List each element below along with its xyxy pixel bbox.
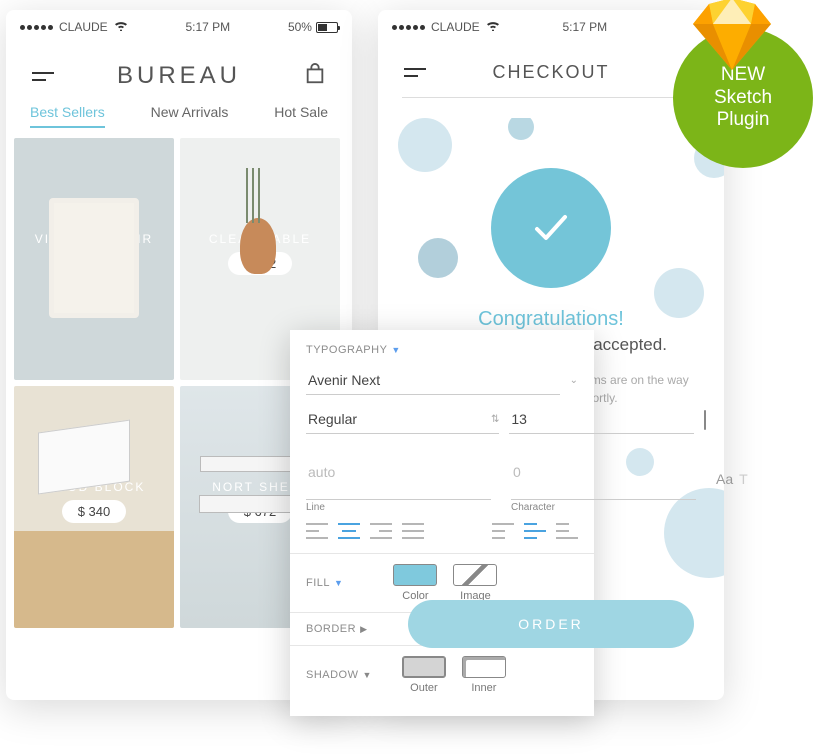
product-name: CLEAN TABLE bbox=[209, 232, 311, 246]
chevron-down-icon: ⌄ bbox=[570, 375, 578, 386]
success-check-icon bbox=[491, 168, 611, 288]
tab-best-sellers[interactable]: Best Sellers bbox=[30, 104, 105, 128]
alignment-row bbox=[306, 523, 578, 539]
product-card[interactable]: VINTAGE CHAIR $ 340 bbox=[14, 138, 174, 380]
sketch-logo-icon bbox=[693, 0, 771, 75]
battery-pct: 50% bbox=[288, 20, 312, 34]
decor-bubble bbox=[398, 118, 452, 172]
battery-icon bbox=[316, 22, 338, 33]
nav-bar: BUREAU bbox=[6, 42, 352, 104]
disclosure-icon: ▼ bbox=[334, 578, 343, 588]
align-right-button[interactable] bbox=[370, 523, 392, 539]
shadow-inner-swatch[interactable] bbox=[462, 656, 506, 678]
decor-bubble bbox=[508, 118, 534, 140]
wifi-icon bbox=[486, 20, 500, 34]
product-name: WOOD BLOCK bbox=[43, 480, 146, 494]
shadow-section[interactable]: SHADOW ▼ bbox=[306, 669, 372, 681]
clock-label: 5:17 PM bbox=[185, 20, 230, 34]
valign-middle-button[interactable] bbox=[524, 523, 546, 539]
stepper-icon[interactable]: ⇅ bbox=[491, 414, 499, 425]
align-justify-button[interactable] bbox=[402, 523, 424, 539]
product-price: $ 340 bbox=[62, 252, 127, 275]
clock-label: 5:17 PM bbox=[562, 20, 607, 34]
decor-bubble bbox=[654, 268, 704, 318]
typography-section[interactable]: TYPOGRAPHY ▼ bbox=[306, 344, 578, 356]
decor-bubble bbox=[418, 238, 458, 278]
page-title: BUREAU bbox=[117, 62, 241, 90]
text-transform-icon[interactable]: Aa bbox=[716, 471, 733, 487]
shadow-outer-swatch[interactable] bbox=[402, 656, 446, 678]
product-card[interactable]: WOOD BLOCK $ 340 bbox=[14, 386, 174, 628]
shadow-inner-label: Inner bbox=[471, 682, 496, 694]
tab-hot-sale[interactable]: Hot Sale bbox=[274, 104, 328, 128]
wifi-icon bbox=[114, 20, 128, 34]
fill-image-swatch[interactable] bbox=[453, 564, 497, 586]
disclosure-icon: ▼ bbox=[391, 345, 400, 355]
status-bar: CLAUDE 5:17 PM 50% bbox=[6, 10, 352, 42]
signal-icon bbox=[20, 25, 53, 30]
valign-top-button[interactable] bbox=[492, 523, 514, 539]
order-button[interactable]: ORDER bbox=[408, 600, 694, 648]
product-price: $ 672 bbox=[228, 500, 293, 523]
badge-line2: Sketch bbox=[714, 87, 772, 110]
category-tabs: Best Sellers New Arrivals Hot Sale bbox=[6, 104, 352, 138]
align-left-button[interactable] bbox=[306, 523, 328, 539]
tab-new-arrivals[interactable]: New Arrivals bbox=[151, 104, 229, 128]
congrats-title: Congratulations! bbox=[408, 308, 694, 331]
status-bar: CLAUDE 5:17 PM bbox=[378, 10, 724, 42]
product-name: VINTAGE CHAIR bbox=[35, 232, 153, 246]
nav-bar: CHECKOUT bbox=[378, 42, 724, 97]
valign-bottom-button[interactable] bbox=[556, 523, 578, 539]
menu-icon[interactable] bbox=[404, 68, 426, 77]
fill-color-swatch[interactable] bbox=[393, 564, 437, 586]
carrier-label: CLAUDE bbox=[431, 20, 480, 34]
font-family-select[interactable] bbox=[306, 366, 560, 395]
character-label: Character bbox=[511, 502, 696, 513]
disclosure-icon: ▼ bbox=[363, 670, 372, 680]
font-weight-select[interactable] bbox=[306, 405, 491, 433]
fill-section[interactable]: FILL ▼ bbox=[306, 577, 343, 589]
badge-line3: Plugin bbox=[717, 109, 770, 132]
bag-icon[interactable] bbox=[304, 63, 326, 90]
text-decoration-icon[interactable]: T bbox=[739, 471, 748, 487]
product-price: $ 672 bbox=[228, 252, 293, 275]
character-spacing-input[interactable] bbox=[511, 444, 696, 500]
align-center-button[interactable] bbox=[338, 523, 360, 539]
signal-icon bbox=[392, 25, 425, 30]
style-panel: TYPOGRAPHY ▼ ⌄ ⇅ Line Character Aa T bbox=[290, 330, 594, 716]
divider bbox=[402, 97, 700, 98]
page-title: CHECKOUT bbox=[492, 62, 609, 83]
shadow-outer-label: Outer bbox=[410, 682, 438, 694]
line-height-input[interactable] bbox=[306, 444, 491, 500]
disclosure-icon: ▶ bbox=[360, 624, 367, 635]
line-label: Line bbox=[306, 502, 491, 513]
product-price: $ 340 bbox=[62, 500, 127, 523]
font-size-input[interactable] bbox=[509, 405, 694, 434]
menu-icon[interactable] bbox=[32, 72, 54, 81]
carrier-label: CLAUDE bbox=[59, 20, 108, 34]
